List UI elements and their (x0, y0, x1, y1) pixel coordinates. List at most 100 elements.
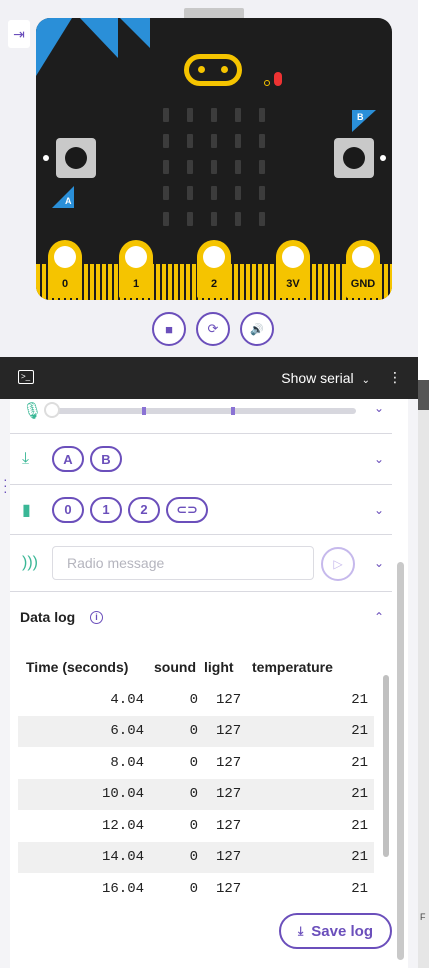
data-log-header[interactable]: Data log i ⌃ (10, 592, 392, 642)
touch-pin-1[interactable]: 1 (90, 496, 122, 523)
info-icon[interactable]: i (90, 610, 103, 624)
chevron-down-icon[interactable]: ⌄ (374, 556, 384, 570)
temperature-cell: 21 (351, 754, 368, 771)
board-button-a[interactable] (56, 138, 96, 178)
touch-sensor-row: ▮ 0 1 2 ⊂⊃ ⌄ (10, 485, 392, 535)
pin-hole (203, 246, 225, 268)
temperature-cell: 21 (351, 880, 368, 897)
pin-1[interactable]: 1 (119, 240, 153, 298)
light-cell: 127 (204, 841, 252, 873)
led (259, 186, 265, 200)
button-a-label: A (65, 196, 72, 206)
save-log-label: Save log (311, 922, 373, 940)
data-log-table: Time (seconds) sound light temperature 4… (18, 650, 380, 904)
time-cell: 16.04 (101, 880, 144, 897)
light-cell: 127 (216, 754, 242, 771)
board-button-b[interactable] (334, 138, 374, 178)
adjacent-gray-block (418, 410, 429, 968)
led (235, 134, 241, 148)
sound-slider-knob[interactable] (44, 402, 60, 418)
button-b-pill[interactable]: B (90, 446, 122, 472)
sound-cell: 0 (189, 691, 198, 708)
show-serial-button[interactable]: Show serial ⌄ (281, 370, 370, 386)
microphone-led (264, 80, 270, 86)
led (259, 108, 265, 122)
side-dot (380, 155, 386, 161)
button-b-triangle (352, 110, 376, 132)
light-cell: 127 (216, 691, 242, 708)
pin-label: 0 (61, 278, 69, 290)
chevron-down-icon[interactable]: ⌄ (374, 452, 384, 466)
adjacent-letter: F (420, 912, 426, 922)
led (163, 108, 169, 122)
chevron-down-icon[interactable]: ⌄ (374, 503, 384, 517)
sound-cell: 0 (189, 754, 198, 771)
column-header-sound: sound (154, 659, 196, 675)
touch-pin-0[interactable]: 0 (52, 496, 84, 523)
button-b-label: B (357, 112, 364, 122)
sound-cell: 0 (154, 715, 204, 747)
play-icon: ▷ (333, 557, 343, 571)
led (235, 186, 241, 200)
sound-cell: 0 (154, 841, 204, 873)
led (235, 160, 241, 174)
chevron-down-icon: ⌄ (361, 375, 370, 386)
led (163, 160, 169, 174)
pin-0[interactable]: 0 (48, 240, 82, 298)
table-row: 4.04 0 127 21 (18, 684, 374, 716)
save-log-button[interactable]: ⤓ Save log (279, 913, 392, 949)
buttons-sensor-row: ⤓ A B ⌄ (10, 434, 392, 485)
speaker-icon: 🔊 (250, 323, 264, 336)
pin-3v[interactable]: 3V (276, 240, 310, 298)
led (187, 212, 193, 226)
time-cell: 6.04 (18, 715, 154, 747)
temperature-cell: 21 (252, 778, 374, 810)
led (259, 134, 265, 148)
stop-button[interactable]: ■ (152, 312, 186, 346)
board-corner-decoration (36, 18, 150, 76)
touch-pin-2[interactable]: 2 (128, 496, 160, 523)
table-scrollbar[interactable] (383, 675, 389, 857)
adjacent-dark-block (418, 380, 429, 410)
microbit-logo-button[interactable] (184, 54, 242, 86)
pin-gnd[interactable]: GND (346, 240, 380, 298)
chevron-up-icon[interactable]: ⌃ (374, 610, 384, 624)
led-matrix (154, 102, 274, 232)
button-press-icon: ⤓ (22, 450, 30, 467)
reset-icon: ⟳ (207, 321, 219, 336)
table-row: 10.04 0 127 21 (18, 778, 374, 810)
table-row: 6.04 0 127 21 (18, 715, 374, 747)
led (187, 134, 193, 148)
chevron-down-icon[interactable]: ⌄ (374, 401, 384, 415)
led (235, 108, 241, 122)
button-a-pill[interactable]: A (52, 446, 84, 472)
resize-handle-icon[interactable]: · · · (3, 472, 8, 498)
send-radio-button[interactable]: ▷ (321, 547, 355, 581)
collapse-sidebar-icon[interactable]: ⇥ (8, 20, 30, 48)
simulator-controls: ■ ⟳ 🔊 (152, 312, 274, 346)
light-cell: 127 (216, 880, 242, 897)
pin-2[interactable]: 2 (197, 240, 231, 298)
microbit-board: A B 0 1 2 3V GND (36, 18, 392, 300)
led (187, 160, 193, 174)
more-options-icon[interactable]: ⋮ (388, 369, 402, 386)
led (211, 108, 217, 122)
sensor-panel: 🎙 ⌄ ⤓ A B ⌄ ▮ 0 1 2 ⊂⊃ ⌄ ))) Radio messa… (10, 399, 408, 968)
touch-logo[interactable]: ⊂⊃ (166, 496, 208, 523)
button-pills: A B (52, 446, 128, 472)
data-log-title: Data log (20, 609, 76, 625)
radio-icon: ))) (22, 554, 38, 571)
radio-message-input[interactable]: Radio message (52, 546, 314, 580)
microphone-icon (274, 72, 282, 86)
led (163, 186, 169, 200)
led (235, 212, 241, 226)
mute-button[interactable]: 🔊 (240, 312, 274, 346)
sound-slider[interactable] (50, 408, 356, 414)
pin-label: 1 (132, 278, 140, 290)
panel-scrollbar[interactable] (397, 562, 404, 960)
reset-button[interactable]: ⟳ (196, 312, 230, 346)
pin-hole (352, 246, 374, 268)
table-row: 8.04 0 127 21 (18, 747, 374, 779)
light-cell: 127 (204, 778, 252, 810)
terminal-icon: >_ (18, 370, 34, 384)
